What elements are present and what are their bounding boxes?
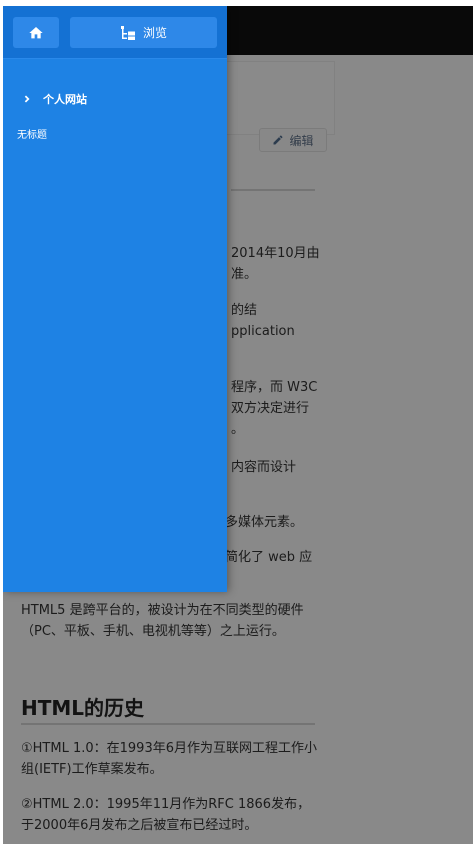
navigation-drawer: 浏览 个人网站 无标题 <box>3 6 227 592</box>
browse-button-label: 浏览 <box>142 26 167 40</box>
page-link-untitled[interactable]: 无标题 <box>17 126 47 141</box>
drawer-header: 浏览 <box>3 6 227 59</box>
home-button[interactable] <box>13 17 59 48</box>
chevron-right-icon[interactable] <box>11 86 43 112</box>
nav-item-label: 个人网站 <box>43 93 87 106</box>
browse-button[interactable]: 浏览 <box>70 17 217 48</box>
home-icon <box>29 26 43 38</box>
nav-item-personal-site[interactable]: 个人网站 <box>3 86 227 112</box>
tree-icon <box>120 25 135 40</box>
page-frame: 编辑 2014年10月由 准。 的结 pplication 程序，而 W3C 双… <box>3 6 473 844</box>
